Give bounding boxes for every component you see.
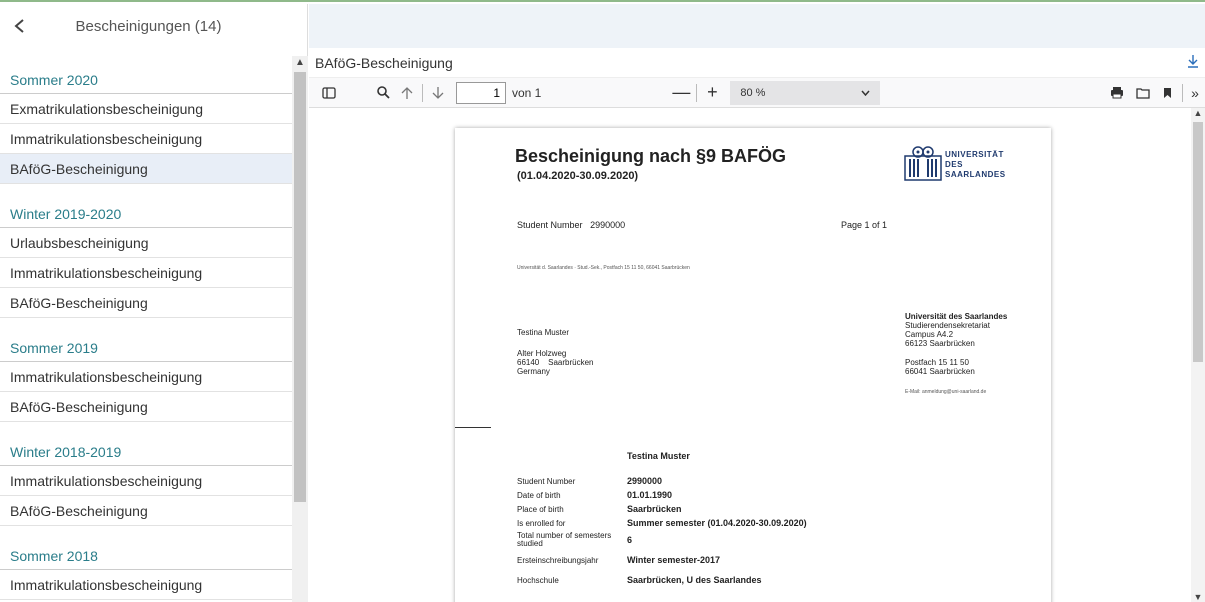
open-file-icon[interactable] [1131, 81, 1155, 105]
list-item[interactable]: Immatrikulationsbescheinigung [0, 362, 292, 392]
download-icon[interactable] [1187, 54, 1199, 71]
name-heading: Testina Muster [627, 451, 690, 461]
page-info: Page 1 of 1 [841, 220, 888, 230]
zoom-select[interactable]: 80 % [730, 80, 881, 105]
recipient-address: Testina Muster Alter Holzweg 66140 Saarb… [517, 328, 594, 376]
university-address-block: Universität des Saarlandes Studierendens… [905, 312, 1008, 395]
main-header-band [309, 4, 1205, 48]
list-item[interactable]: BAföG-Bescheinigung [0, 288, 292, 318]
page-count-label: von 1 [512, 85, 542, 100]
group-title: Winter 2018-2019 [0, 430, 292, 466]
list-item[interactable]: Exmatrikulationsbescheinigung [0, 94, 292, 124]
scroll-up-icon[interactable]: ▲ [1191, 108, 1205, 118]
scroll-up-icon[interactable]: ▲ [292, 56, 308, 70]
sidebar-header: Bescheinigungen (14) [0, 4, 307, 48]
document-title-bar: BAföG-Bescheinigung [309, 48, 1205, 78]
pdf-period: (01.04.2020-30.09.2020) [517, 170, 639, 182]
print-icon[interactable] [1105, 81, 1129, 105]
chevron-down-icon [861, 90, 870, 96]
scroll-down-icon[interactable]: ▼ [1191, 592, 1205, 602]
field-row: Hochschule Saarbrücken, U des Saarlandes [517, 575, 762, 585]
pdf-toolbar: von 1 — + 80 % » [309, 78, 1205, 108]
next-page-icon[interactable] [426, 81, 450, 105]
bookmark-icon[interactable] [1155, 81, 1179, 105]
list-item[interactable]: Immatrikulationsbescheinigung [0, 466, 292, 496]
group-title: Sommer 2019 [0, 326, 292, 362]
page-number-input[interactable] [456, 81, 506, 104]
sidebar: Bescheinigungen (14) Sommer 2020 Exmatri… [0, 4, 308, 602]
group-title: Winter 2019-2020 [0, 192, 292, 228]
list-item[interactable]: Immatrikulationsbescheinigung [0, 258, 292, 288]
zoom-out-icon[interactable]: — [669, 81, 693, 105]
previous-page-icon[interactable] [395, 81, 419, 105]
list-item[interactable]: BAföG-Bescheinigung [0, 496, 292, 526]
sidebar-title: Bescheinigungen (14) [75, 17, 222, 35]
main-panel: BAföG-Bescheinigung von 1 — + 80 % [309, 4, 1205, 602]
pdf-title: Bescheinigung nach §9 BAFÖG [515, 146, 787, 166]
list-item[interactable]: Immatrikulationsbescheinigung [0, 570, 292, 600]
field-row: Student Number 2990000 [517, 476, 663, 486]
list-item[interactable]: Immatrikulationsbescheinigung [0, 124, 292, 154]
back-button[interactable] [0, 4, 40, 48]
scrollbar-thumb[interactable] [294, 72, 306, 502]
field-row: Place of birth Saarbrücken [517, 504, 682, 514]
more-tools-icon[interactable]: » [1183, 81, 1205, 105]
sidebar-scrollbar[interactable]: ▲ [292, 56, 308, 602]
viewer-scrollbar[interactable]: ▲ ▼ [1191, 108, 1205, 602]
field-row: Ersteinschreibungsjahr Winter semester-20… [517, 555, 720, 565]
group-title: Sommer 2018 [0, 534, 292, 570]
group-title: Sommer 2020 [0, 56, 292, 94]
university-logo-text: UNIVERSITÄT DES SAARLANDES [945, 150, 1006, 179]
university-logo [903, 144, 943, 187]
list-item[interactable]: BAföG-Bescheinigung [0, 392, 292, 422]
field-list: Student Number 2990000 Date of birth 01.01… [517, 474, 807, 588]
student-number-header: Student Number 2990000 [517, 220, 626, 230]
sender-line: Universität d. Saarlandes · Stud.-Sek., … [517, 265, 690, 271]
list-item-selected[interactable]: BAföG-Bescheinigung [0, 154, 292, 184]
list-item[interactable]: Urlaubsbescheinigung [0, 228, 292, 258]
toolbar-separator [422, 83, 423, 102]
certificate-list: Sommer 2020 Exmatrikulationsbescheinigun… [0, 56, 292, 602]
field-row: Is enrolled for Summer semester (01.04.20… [517, 518, 807, 528]
chevron-left-icon [14, 19, 24, 33]
toolbar-separator [696, 83, 698, 102]
document-title: BAföG-Bescheinigung [315, 54, 453, 71]
pdf-viewer[interactable]: Bescheinigung nach §9 BAFÖG (01.04.2020-… [309, 108, 1205, 602]
sidebar-toggle-icon[interactable] [317, 81, 341, 105]
fold-mark [455, 427, 491, 428]
zoom-in-icon[interactable]: + [700, 81, 724, 105]
top-accent-bar [0, 0, 1205, 2]
zoom-value: 80 % [740, 86, 766, 99]
field-row: Total number of semesters studied 6 [517, 531, 633, 548]
pdf-page: Bescheinigung nach §9 BAFÖG (01.04.2020-… [455, 128, 1051, 602]
scrollbar-thumb[interactable] [1193, 122, 1203, 362]
field-row: Date of birth 01.01.1990 [517, 490, 673, 500]
search-icon[interactable] [371, 81, 395, 105]
university-seal-icon [904, 146, 942, 181]
